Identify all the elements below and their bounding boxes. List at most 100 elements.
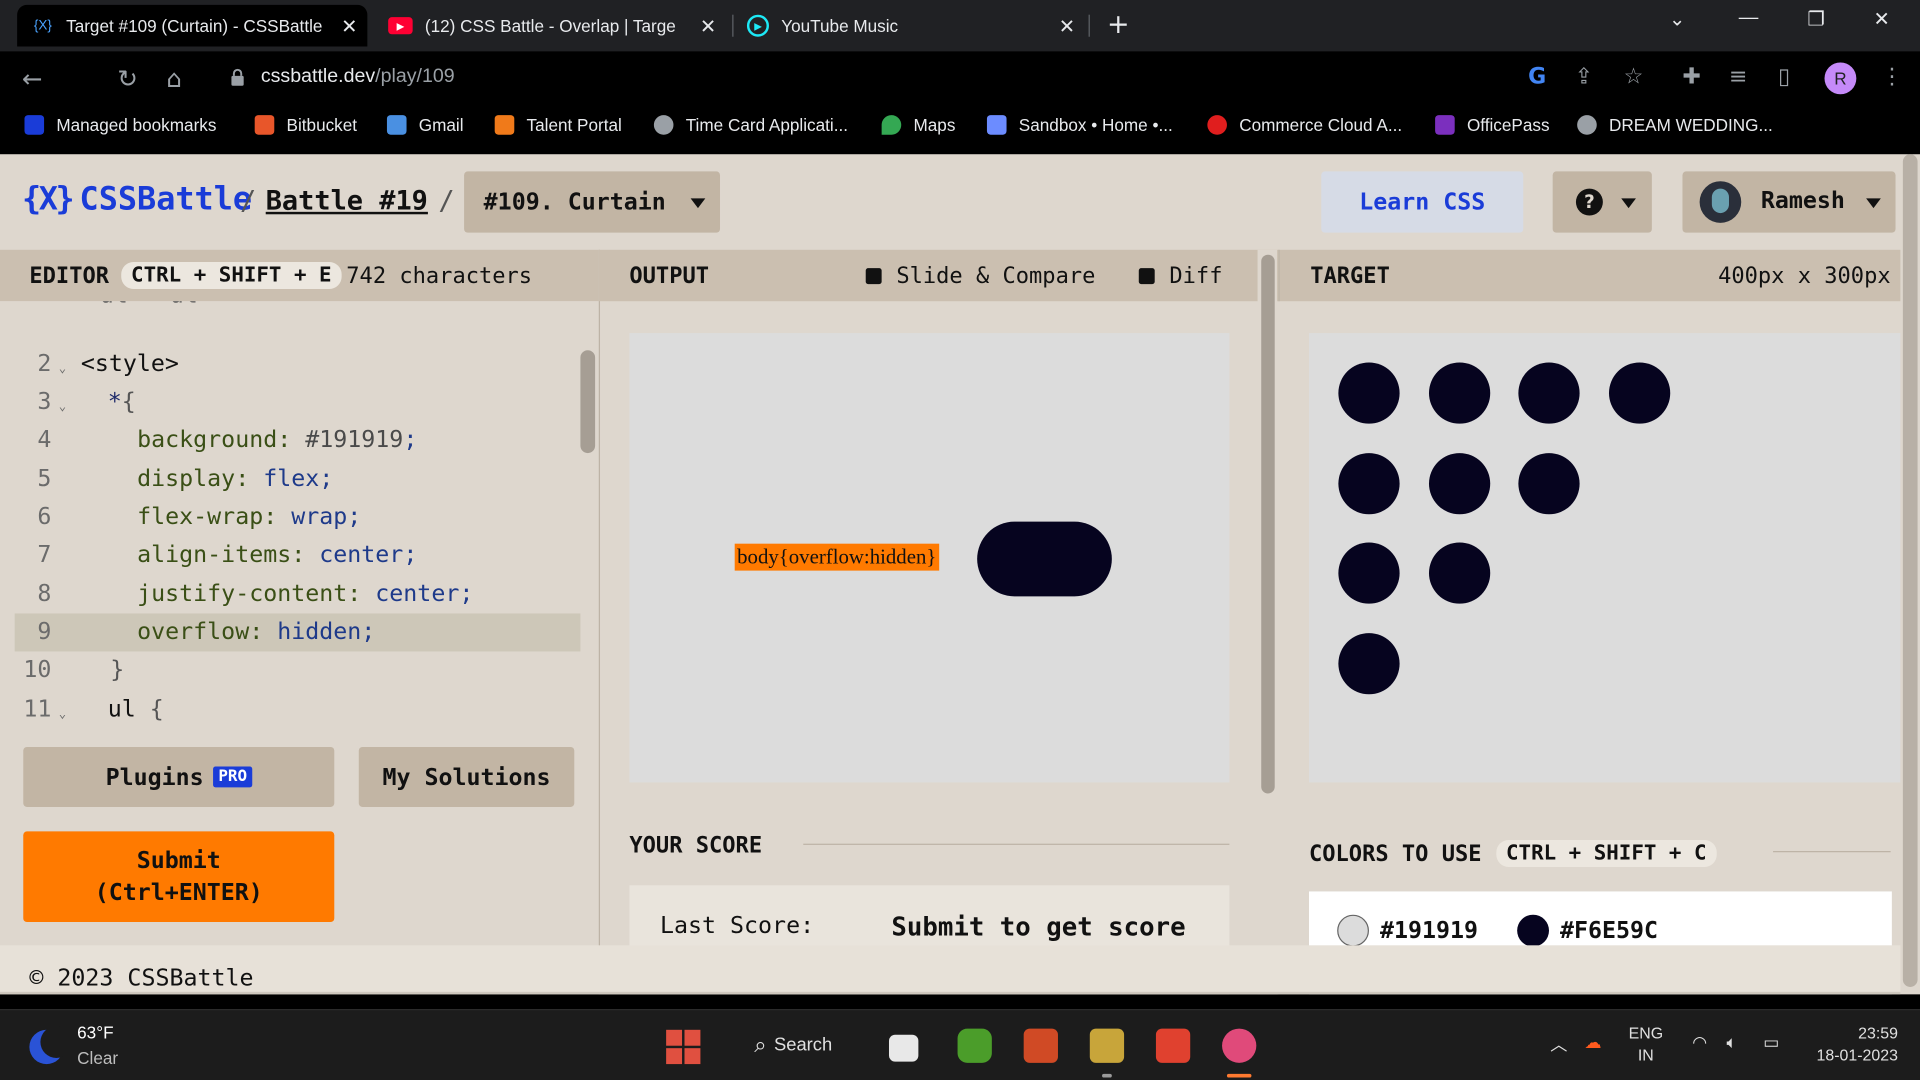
teams-icon[interactable] xyxy=(1089,1028,1125,1063)
bookmark-time-card[interactable]: Time Card Applicati... xyxy=(653,115,848,135)
tab-youtube-music[interactable]: ▶ YouTube Music ✕ xyxy=(732,5,1085,47)
target-select-label: #109. Curtain xyxy=(483,188,666,216)
target-dot xyxy=(1428,542,1490,604)
logo-text: CSSBattle xyxy=(79,181,253,218)
output-scrollbar[interactable] xyxy=(1261,254,1275,794)
battery-icon[interactable]: ▭ xyxy=(1763,1032,1779,1053)
lock-icon[interactable] xyxy=(230,68,245,87)
last-score-label: Last Score: xyxy=(660,912,815,940)
weather-temp[interactable]: 63°F xyxy=(77,1022,113,1042)
browser-menu-icon[interactable]: ⋮ xyxy=(1881,64,1903,90)
bookmark-bitbucket[interactable]: Bitbucket xyxy=(254,115,357,135)
plugins-button[interactable]: Plugins PRO xyxy=(23,746,335,807)
language-indicator[interactable]: ENG IN xyxy=(1629,1022,1663,1066)
url-field[interactable]: cssbattle.dev/play/109 xyxy=(261,66,455,88)
officepass-icon xyxy=(1435,115,1455,135)
bookmark-sandbox[interactable]: Sandbox • Home •... xyxy=(986,115,1173,135)
cssbattle-logo[interactable]: {X} CSSBattle xyxy=(22,181,252,218)
target-header: TARGET 400px x 300px xyxy=(1278,249,1901,302)
page-scrollbar[interactable] xyxy=(1902,154,1918,987)
vscode-icon[interactable] xyxy=(1155,1028,1191,1063)
back-icon[interactable]: ← xyxy=(22,64,43,93)
windows-start-icon[interactable] xyxy=(666,1029,701,1065)
fold-icon[interactable]: ⌄ xyxy=(59,696,66,734)
user-name: Ramesh xyxy=(1760,187,1845,215)
meet-icon[interactable] xyxy=(957,1028,992,1063)
wifi-icon[interactable]: ◠ xyxy=(1692,1032,1707,1053)
file-explorer-icon[interactable] xyxy=(888,1034,919,1062)
cssbattle-page: {X} CSSBattle / Battle #19 / #109. Curta… xyxy=(0,154,1920,995)
colors-title: COLORS TO USE CTRL + SHIFT + C xyxy=(1309,840,1717,867)
color-hex[interactable]: #F6E59C xyxy=(1560,915,1658,947)
close-tab-icon[interactable]: ✕ xyxy=(700,15,716,39)
bookmark-maps[interactable]: Maps xyxy=(881,115,955,135)
divider xyxy=(803,843,1230,845)
onedrive-icon[interactable]: ☁ xyxy=(1585,1032,1602,1053)
new-tab-icon[interactable]: + xyxy=(1107,10,1130,41)
help-button[interactable]: ? xyxy=(1552,171,1652,233)
google-icon[interactable]: G xyxy=(1528,64,1546,90)
code-editor[interactable]: <ul> <ul> 2⌄ <style> 3⌄ *{ 4 background:… xyxy=(0,301,599,747)
profile-avatar[interactable]: R xyxy=(1824,62,1857,95)
youtube-music-icon: ▶ xyxy=(746,14,769,37)
color-swatch[interactable] xyxy=(1517,914,1549,947)
volume-icon[interactable]: 🔈︎ xyxy=(1727,1032,1737,1053)
target-canvas[interactable] xyxy=(1308,333,1901,783)
bookmark-managed[interactable]: Managed bookmarks xyxy=(24,115,216,135)
outlook-icon[interactable] xyxy=(1023,1028,1058,1063)
reload-icon[interactable]: ↻ xyxy=(118,64,139,93)
close-tab-icon[interactable]: ✕ xyxy=(341,15,357,39)
color-swatch[interactable] xyxy=(1337,914,1369,947)
user-menu-button[interactable]: Ramesh xyxy=(1682,171,1896,233)
sandbox-icon xyxy=(986,115,1007,135)
bookmark-officepass[interactable]: OfficePass xyxy=(1435,115,1550,135)
tab-youtube[interactable]: ▶ (12) CSS Battle - Overlap | Targe ✕ xyxy=(373,5,726,47)
extensions-icon[interactable]: ✚ xyxy=(1682,64,1700,90)
tray-chevron-icon[interactable]: ︿ xyxy=(1550,1032,1567,1056)
code-line: 10 } xyxy=(23,656,125,684)
taskbar-search[interactable]: ⌕ Search xyxy=(754,1032,832,1058)
submit-button[interactable]: Submit (Ctrl+ENTER) xyxy=(23,831,335,923)
address-bar: ← ↻ ⌂ cssbattle.dev/play/109 G ⇪ ☆ ✚ ≡ ▯… xyxy=(0,51,1920,106)
output-rendered-text: body{overflow:hidden} xyxy=(734,543,939,571)
output-canvas[interactable]: body{overflow:hidden} xyxy=(629,333,1230,783)
tab-search-chevron-icon[interactable]: ⌄ xyxy=(1669,7,1685,31)
bookmark-commerce-cloud[interactable]: Commerce Cloud A... xyxy=(1207,115,1402,135)
bookmark-dream-wedding[interactable]: DREAM WEDDING... xyxy=(1577,115,1773,135)
home-icon[interactable]: ⌂ xyxy=(167,64,183,93)
editor-scrollbar[interactable] xyxy=(580,350,596,454)
close-tab-icon[interactable]: ✕ xyxy=(1059,15,1075,39)
bookmark-talent-portal[interactable]: Talent Portal xyxy=(494,115,622,135)
slide-compare-toggle[interactable]: Slide & Compare xyxy=(865,250,1095,301)
battle-link[interactable]: Battle #19 xyxy=(266,186,428,217)
target-select[interactable]: #109. Curtain xyxy=(464,171,721,233)
url-host: cssbattle.dev xyxy=(260,66,376,87)
screen: {X} Target #109 (Curtain) - CSSBattle ✕ … xyxy=(0,0,1920,1080)
user-avatar xyxy=(1699,181,1742,223)
bookmark-star-icon[interactable]: ☆ xyxy=(1624,64,1644,90)
system-clock[interactable]: 23:59 18-01-2023 xyxy=(1810,1022,1898,1066)
chrome-icon[interactable] xyxy=(1222,1028,1257,1063)
diff-toggle[interactable]: Diff xyxy=(1138,250,1222,301)
media-control-icon[interactable]: ≡ xyxy=(1729,64,1747,90)
bookmark-gmail[interactable]: Gmail xyxy=(386,115,464,135)
share-icon[interactable]: ⇪ xyxy=(1575,64,1593,90)
weather-condition[interactable]: Clear xyxy=(77,1048,118,1068)
tab-cssbattle[interactable]: {X} Target #109 (Curtain) - CSSBattle ✕ xyxy=(17,4,368,47)
code-line: 5 display: flex; xyxy=(37,465,334,493)
checkbox-icon xyxy=(865,267,882,284)
learn-css-button[interactable]: Learn CSS xyxy=(1321,171,1524,233)
minimize-icon[interactable]: — xyxy=(1739,7,1759,29)
editor-shortcut: CTRL + SHIFT + E xyxy=(121,262,342,289)
gmail-icon xyxy=(386,115,407,135)
restore-icon[interactable]: ❐ xyxy=(1807,7,1825,31)
output-title: OUTPUT xyxy=(629,262,710,289)
cssbattle-tab-icon: {X} xyxy=(33,18,52,34)
side-panel-icon[interactable]: ▯ xyxy=(1778,64,1790,90)
close-window-icon[interactable]: ✕ xyxy=(1873,7,1889,31)
color-hex[interactable]: #191919 xyxy=(1380,915,1478,947)
weather-moon-icon[interactable] xyxy=(29,1026,73,1065)
my-solutions-button[interactable]: My Solutions xyxy=(358,746,575,807)
salesforce-icon xyxy=(1207,115,1227,135)
tab-title: Target #109 (Curtain) - CSSBattle xyxy=(66,15,323,36)
